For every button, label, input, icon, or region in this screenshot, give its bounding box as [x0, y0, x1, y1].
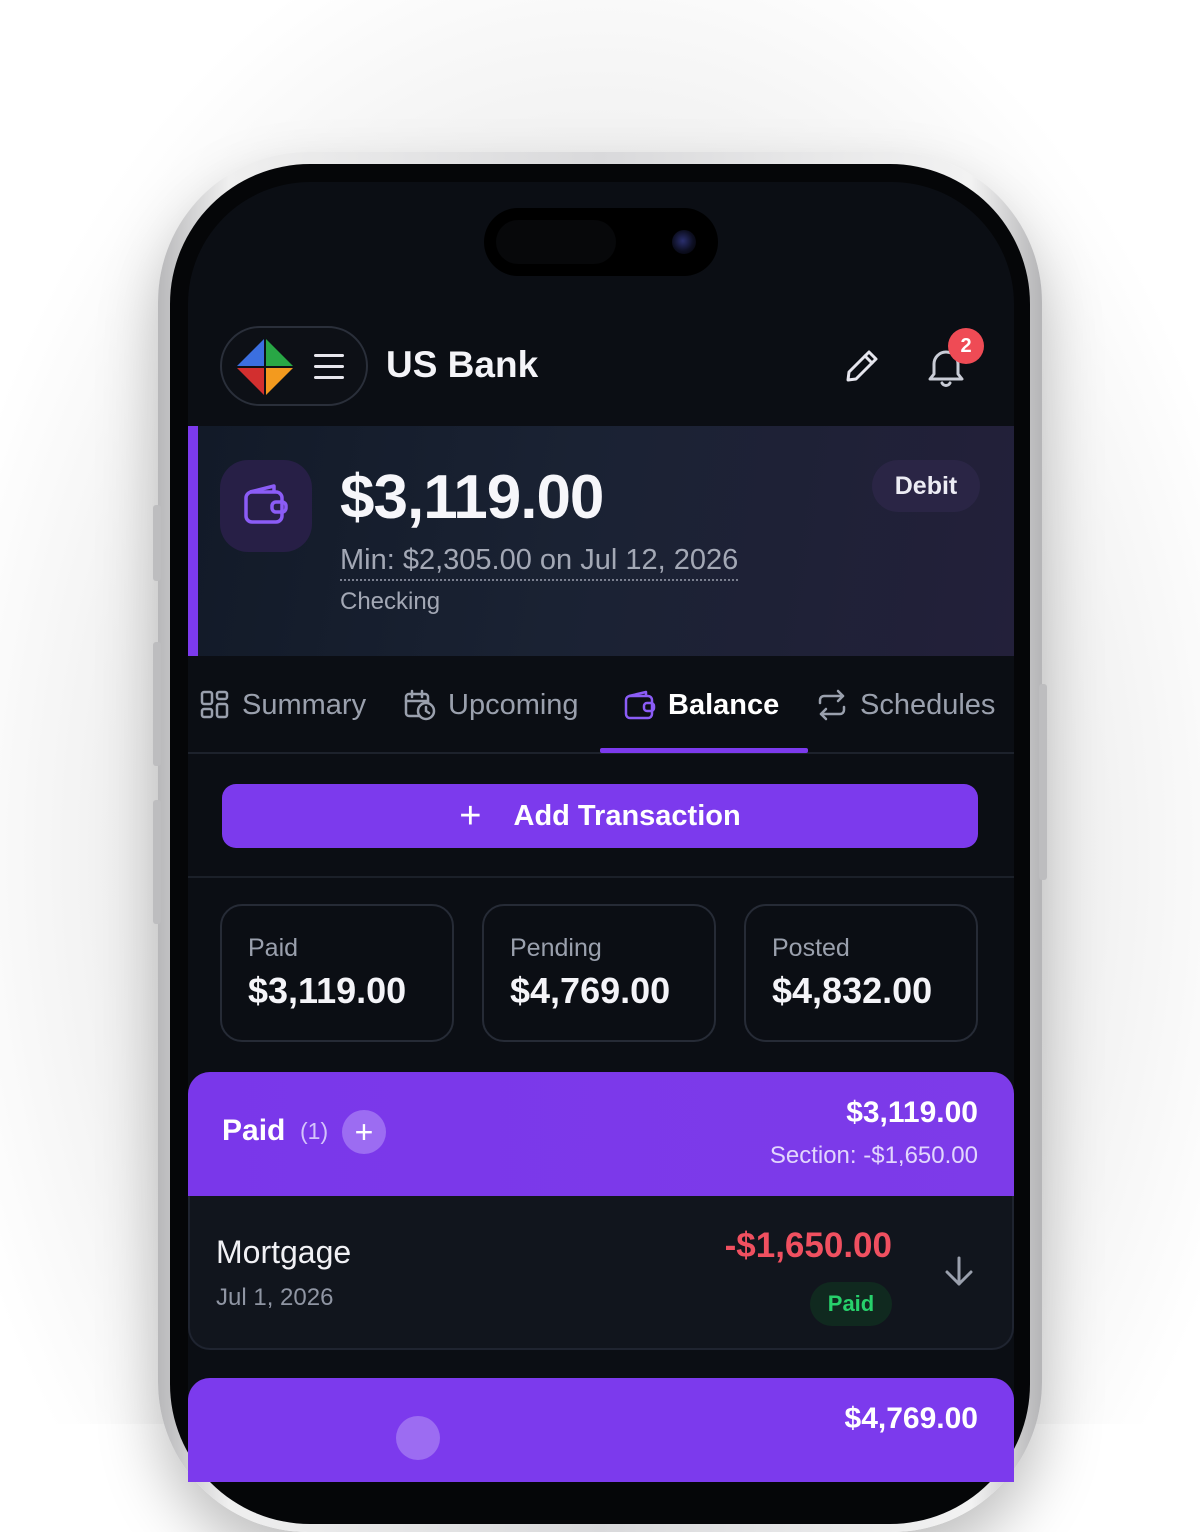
phone-side-button [153, 505, 161, 581]
tab-label: Balance [668, 688, 780, 721]
phone-power-button [1039, 684, 1047, 880]
transaction-status-badge: Paid [810, 1282, 892, 1326]
app-header: US Bank 2 [188, 326, 1014, 426]
tab-balance[interactable]: Balance [624, 682, 779, 728]
calendar-clock-icon [404, 689, 436, 721]
logo-menu-button[interactable] [220, 326, 368, 406]
add-transaction-button[interactable]: + Add Transaction [222, 784, 978, 848]
add-transaction-label: Add Transaction [513, 799, 741, 832]
stat-value: $4,769.00 [510, 970, 671, 1011]
tab-bar: Summary Upcoming Balance Schedules [188, 656, 1014, 754]
plus-icon: + [459, 795, 482, 837]
section-title: Paid [222, 1114, 286, 1147]
minimum-balance-link[interactable]: Min: $2,305.00 on Jul 12, 2026 [340, 544, 739, 581]
notification-badge: 2 [948, 328, 984, 364]
dynamic-island [484, 208, 718, 276]
tab-label: Schedules [860, 688, 996, 721]
section-subtotal: Section: -$1,650.00 [769, 1142, 978, 1169]
stat-value: $4,832.00 [772, 970, 933, 1011]
bank-title: US Bank [386, 344, 539, 385]
stat-label: Posted [772, 934, 850, 962]
section-total: $4,769.00 [844, 1402, 978, 1435]
active-tab-indicator [600, 748, 808, 753]
account-balance: $3,119.00 [340, 463, 604, 532]
tab-summary[interactable]: Summary [200, 682, 366, 728]
stat-label: Paid [248, 934, 299, 962]
tab-schedules[interactable]: Schedules [816, 682, 995, 728]
tab-upcoming[interactable]: Upcoming [404, 682, 579, 728]
wallet-icon [624, 690, 656, 720]
stat-value: $3,119.00 [248, 970, 407, 1011]
grid-icon [200, 690, 229, 719]
wallet-icon [244, 484, 288, 524]
stat-card-pending: Pending $4,769.00 [482, 904, 716, 1042]
balance-card: $3,119.00 Min: $2,305.00 on Jul 12, 2026… [188, 426, 1014, 656]
section-total: $3,119.00 [846, 1096, 978, 1129]
tab-label: Summary [242, 688, 367, 721]
stat-card-posted: Posted $4,832.00 [744, 904, 978, 1042]
section-add-button[interactable]: + [342, 1110, 386, 1154]
section-header-pending[interactable]: $4,769.00 [188, 1378, 1014, 1482]
transaction-name: Mortgage [216, 1234, 352, 1270]
app-screen: US Bank 2 $3,119.00 Min: $2,305.00 on Ju… [188, 182, 1014, 1482]
stat-label: Pending [510, 934, 602, 962]
edit-pencil-icon[interactable] [842, 346, 882, 386]
island-sensor [496, 220, 616, 264]
phone-side-button [153, 642, 161, 766]
menu-icon [314, 354, 344, 380]
tab-label: Upcoming [448, 688, 579, 721]
account-type: Checking [340, 588, 441, 615]
transaction-amount: -$1,650.00 [724, 1226, 892, 1265]
transaction-date: Jul 1, 2026 [216, 1284, 334, 1311]
wallet-icon-box [220, 460, 312, 552]
arrow-down-icon[interactable] [942, 1254, 976, 1288]
divider [188, 876, 1014, 878]
camera-icon [672, 230, 696, 254]
section-count: (1) [300, 1118, 329, 1144]
transaction-row[interactable]: Mortgage Jul 1, 2026 -$1,650.00 Paid [188, 1196, 1014, 1350]
stat-card-paid: Paid $3,119.00 [220, 904, 454, 1042]
section-header-paid[interactable]: Paid (1) + $3,119.00 Section: -$1,650.00 [188, 1072, 1014, 1196]
section-add-button[interactable] [396, 1416, 440, 1460]
phone-side-button [153, 800, 161, 924]
account-kind-badge: Debit [872, 460, 980, 512]
bank-logo-icon [236, 338, 294, 396]
repeat-icon [818, 689, 846, 721]
